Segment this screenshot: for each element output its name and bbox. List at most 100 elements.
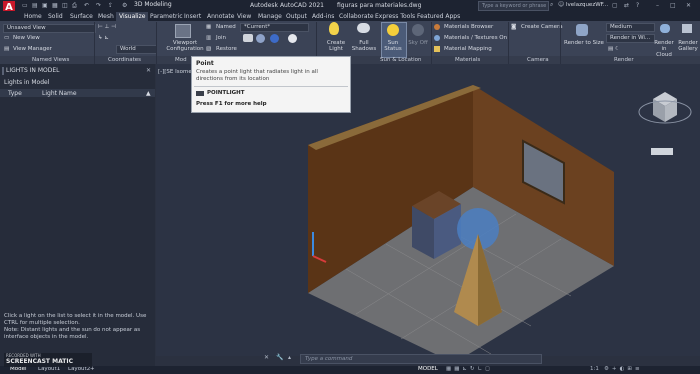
restore-button[interactable]: Restore	[216, 46, 237, 52]
viewport-current-select[interactable]: *Current*	[240, 23, 309, 32]
gallery-icon[interactable]	[682, 24, 692, 33]
close-icon[interactable]: ✕	[686, 2, 691, 9]
tab-visualize[interactable]: Visualize	[116, 12, 149, 21]
open-file-icon[interactable]: ▤	[32, 2, 38, 9]
command-settings-icon[interactable]: 🔧	[276, 354, 283, 361]
tab-collaborate[interactable]: Collaborate	[336, 12, 377, 21]
create-light-button[interactable]: Create Light	[324, 40, 348, 52]
full-shadows-button[interactable]: Full Shadows	[351, 40, 377, 52]
workspace-gear-icon[interactable]: ⚙	[122, 2, 127, 9]
tab-output[interactable]: Output	[283, 12, 310, 21]
tab-surface[interactable]: Surface	[67, 12, 96, 21]
join-button[interactable]: Join	[216, 35, 226, 41]
render-preset-icon[interactable]	[270, 34, 279, 43]
column-type[interactable]: Type	[8, 90, 22, 97]
named-viewports-icon[interactable]: ▦	[206, 24, 211, 30]
render-teapot-icon[interactable]	[576, 24, 588, 36]
status-tools-icon[interactable]: ⚙+◐⊞≡	[604, 366, 643, 372]
sphere-style-icon[interactable]	[256, 34, 265, 43]
plot-icon[interactable]: ⎙	[72, 2, 77, 10]
search-input[interactable]: Type a keyword or phrase	[478, 1, 549, 11]
help-select-text: Click a light on the list to select it i…	[4, 313, 147, 326]
tab-parametric[interactable]: Parametric	[147, 12, 186, 21]
tab-manage[interactable]: Manage	[255, 12, 285, 21]
view-manager-icon[interactable]: ▤	[4, 46, 9, 52]
command-close-icon[interactable]: ✕	[264, 354, 269, 361]
materials-browser-button[interactable]: Materials Browser	[444, 24, 493, 30]
ucs-origin-icon[interactable]: ↳ ⊾	[98, 35, 109, 41]
save-as-icon[interactable]: ▦	[52, 2, 58, 9]
panel-close-icon[interactable]: ✕	[146, 67, 151, 74]
tab-solid[interactable]: Solid	[45, 12, 66, 21]
camera-icon[interactable]: ◙	[511, 24, 516, 30]
tab-home[interactable]: Home	[21, 12, 45, 21]
save-icon[interactable]: ▣	[42, 2, 48, 9]
material-mapping-button[interactable]: Material Mapping	[444, 46, 492, 52]
create-camera-button[interactable]: Create Camera	[521, 24, 563, 30]
environment-icon[interactable]	[288, 34, 297, 43]
sort-up-icon[interactable]: ▲	[146, 90, 151, 97]
ribbon-divider	[156, 22, 157, 64]
viewport-config-icon[interactable]	[175, 24, 191, 38]
new-file-icon[interactable]: ▭	[22, 2, 28, 9]
named-view-select[interactable]: Unsaved View	[3, 24, 96, 33]
ucs-icon[interactable]: ⊢ ⊥ ⊣	[98, 24, 116, 30]
tab-mesh[interactable]: Mesh	[95, 12, 117, 21]
cloud-icon[interactable]	[660, 24, 670, 33]
material-mapping-icon[interactable]	[434, 46, 440, 52]
panel-title-sun-location: Sun & Location	[380, 57, 422, 63]
restore-icon[interactable]: ▧	[206, 46, 211, 52]
lightbulb-icon[interactable]	[329, 22, 339, 35]
file-name: figuras para materiales.dwg	[337, 2, 422, 9]
sky-icon[interactable]	[412, 24, 424, 36]
annotation-scale[interactable]: 1:1	[590, 366, 599, 372]
wcs-badge[interactable]	[651, 148, 673, 155]
minimize-icon[interactable]: –	[656, 2, 659, 9]
materials-textures-toggle[interactable]: Materials / Textures On	[444, 35, 507, 41]
workspace-select[interactable]: 3D Modeling	[134, 1, 172, 8]
new-view-button[interactable]: New View	[13, 35, 40, 41]
maximize-icon[interactable]: □	[670, 2, 676, 9]
render-gallery-button[interactable]: Render Gallery	[676, 40, 700, 52]
render-to-size-button[interactable]: Render to Size	[564, 40, 604, 46]
command-icon	[196, 91, 204, 96]
command-line[interactable]: Type a command	[300, 354, 542, 364]
join-icon[interactable]: ▥	[206, 35, 211, 41]
cart-icon[interactable]: ▢	[612, 2, 618, 9]
user-name[interactable]: lvelazquezWF...	[566, 2, 608, 8]
search-icon[interactable]: ⌕	[550, 1, 553, 9]
redo-icon[interactable]: ↷	[96, 2, 101, 9]
user-icon[interactable]: ☺	[558, 1, 564, 8]
new-view-icon[interactable]: ▭	[4, 35, 9, 41]
ucs-select[interactable]: World	[116, 45, 157, 54]
render-quality-select[interactable]: Medium	[606, 23, 655, 32]
named-viewports-button[interactable]: Named	[216, 24, 236, 30]
web-mobile-icon[interactable]: ◫	[62, 2, 68, 9]
materials-browser-icon[interactable]	[434, 24, 440, 30]
command-history-icon[interactable]: ▴	[288, 354, 291, 361]
tab-view[interactable]: View	[234, 12, 254, 21]
help-icon[interactable]: ?	[636, 2, 639, 9]
view-manager-button[interactable]: View Manager	[13, 46, 52, 52]
viewport-config-button[interactable]: Viewport Configuration	[166, 40, 204, 52]
render-target-select[interactable]: Render in Wi...	[606, 34, 655, 43]
render-settings-icon[interactable]: ▤ ☾	[608, 46, 620, 52]
shadows-icon[interactable]	[357, 23, 370, 33]
tab-insert[interactable]: Insert	[181, 12, 204, 21]
tab-add-ins[interactable]: Add-ins	[309, 12, 337, 21]
model-space-button[interactable]: MODEL	[418, 366, 438, 372]
drafting-toggles-icon[interactable]: ▦▦⊾↻∟◻	[446, 366, 493, 372]
exchange-icon[interactable]: ⇄	[624, 2, 629, 9]
tab-featured-apps[interactable]: Featured Apps	[414, 12, 463, 21]
tab-annotate[interactable]: Annotate	[204, 12, 237, 21]
render-cloud-button[interactable]: Render in Cloud	[653, 40, 675, 58]
visual-style-icon[interactable]	[243, 34, 253, 42]
command-input[interactable]: Type a command	[305, 355, 352, 363]
column-light-name[interactable]: Light Name	[42, 90, 77, 97]
panel-grip[interactable]	[2, 67, 4, 75]
undo-icon[interactable]: ↶	[84, 2, 89, 9]
share-icon[interactable]: ⇪	[108, 2, 113, 9]
tab-express-tools[interactable]: Express Tools	[372, 12, 418, 21]
textures-icon[interactable]	[434, 35, 440, 41]
sky-off-button[interactable]: Sky Off	[407, 40, 429, 46]
